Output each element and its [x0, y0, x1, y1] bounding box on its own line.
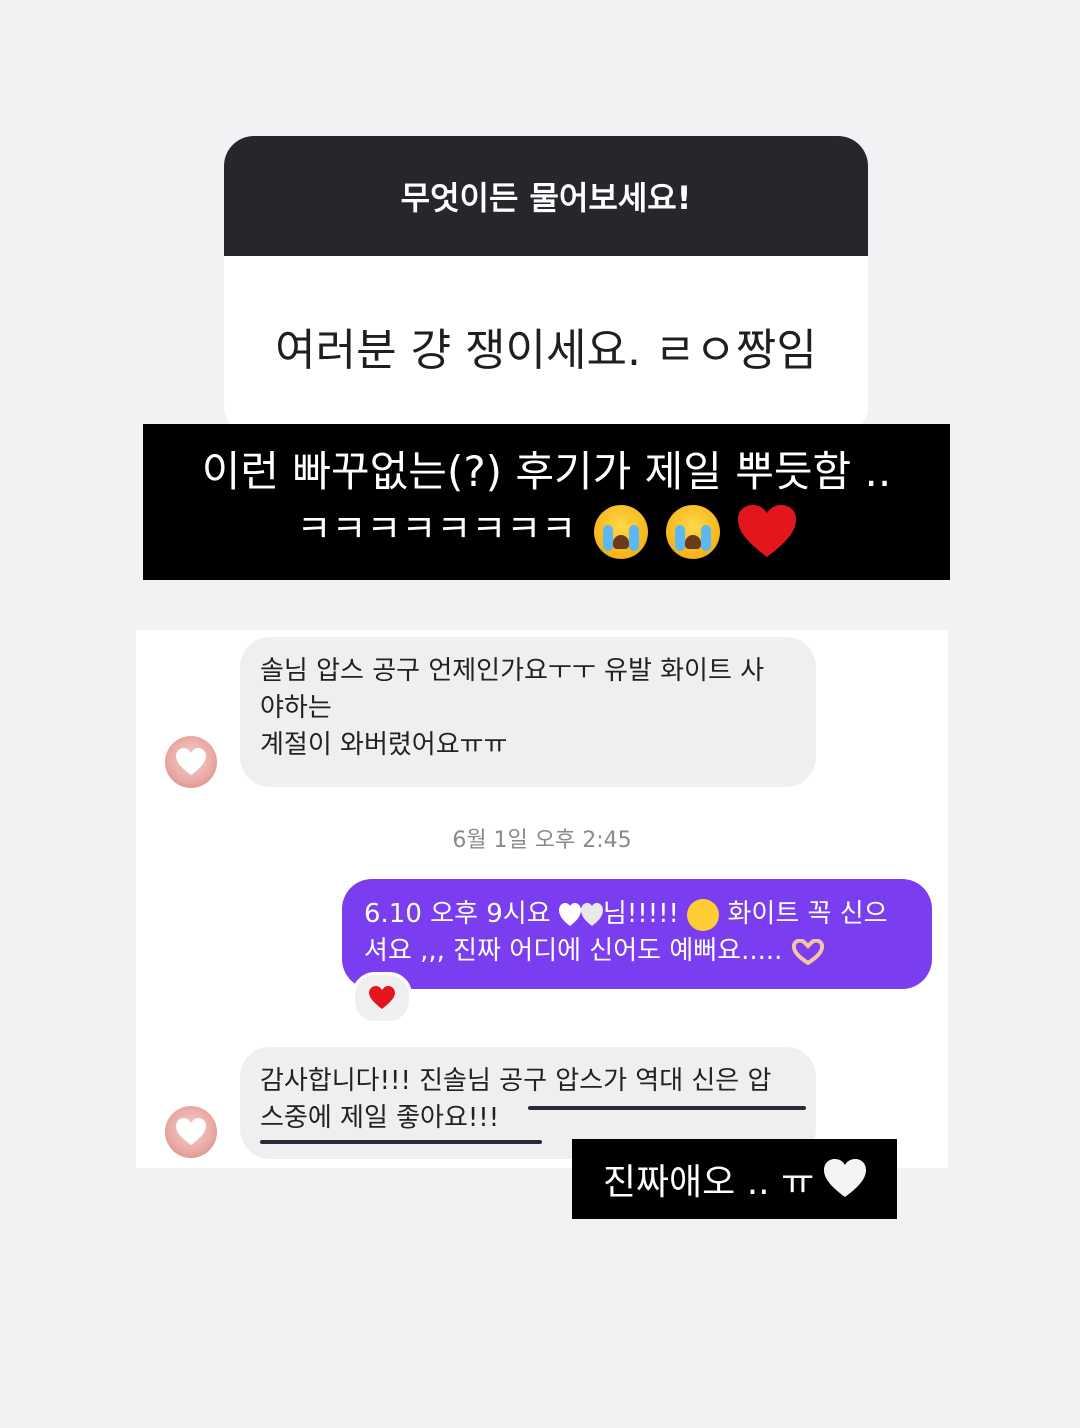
heart-hands-icon: [791, 938, 824, 965]
highlight-underline: [528, 1106, 806, 1110]
caption-small-text: 진짜애오 .. ㅠ: [602, 1162, 815, 1203]
message-reaction[interactable]: [352, 972, 412, 1024]
question-sticker-answer: 여러분 걍 쟁이세요. ㄹㅇ짱임: [275, 325, 817, 376]
message-line: 계절이 와버렸어요ㅠㅠ: [260, 730, 508, 760]
caption-small: 진짜애오 .. ㅠ: [572, 1139, 897, 1219]
message-line: 솔님 압스 공구 언제인가요ㅜㅜ 유발 화이트 사: [260, 656, 765, 686]
red-heart-icon: [738, 504, 797, 557]
dm-chat-screenshot: 솔님 압스 공구 언제인가요ㅜㅜ 유발 화이트 사 야하는 계절이 와버렸어요ㅠ…: [136, 630, 948, 1168]
white-heart-icon: [176, 748, 206, 775]
smiling-face-icon: [687, 898, 720, 931]
white-heart-icon: [824, 1159, 867, 1197]
red-heart-icon: [369, 986, 395, 1009]
message-bubble-incoming[interactable]: 솔님 압스 공구 언제인가요ㅜㅜ 유발 화이트 사 야하는 계절이 와버렸어요ㅠ…: [240, 637, 816, 787]
avatar[interactable]: [165, 736, 217, 788]
message-line: 셔요 ,,, 진짜 어디에 신어도 예뻐요.....: [364, 933, 910, 970]
white-heart-icon: [558, 902, 603, 926]
highlight-underline: [260, 1140, 542, 1144]
crying-face-icon: [594, 504, 649, 559]
white-heart-icon: [176, 1118, 206, 1145]
message-line: 야하는: [260, 693, 332, 723]
question-sticker-prompt: 무엇이든 물어보세요!: [224, 136, 868, 256]
message-bubble-outgoing[interactable]: 6.10 오후 9시요 님!!!!! 화이트 꼭 신으 셔요 ,,, 진짜 어디…: [342, 879, 932, 989]
chat-timestamp: 6월 1일 오후 2:45: [452, 828, 632, 853]
message-line: 6.10 오후 9시요 님!!!!! 화이트 꼭 신으: [364, 898, 888, 931]
avatar[interactable]: [165, 1106, 217, 1158]
caption-banner-line2: ㅋㅋㅋㅋㅋㅋㅋㅋ: [143, 500, 950, 559]
caption-banner-laugh-text: ㅋㅋㅋㅋㅋㅋㅋㅋ: [296, 507, 577, 551]
caption-banner-line1: 이런 빠꾸없는(?) 후기가 제일 뿌듯함 ..: [201, 447, 892, 496]
question-sticker: 무엇이든 물어보세요! 여러분 걍 쟁이세요. ㄹㅇ짱임: [224, 136, 868, 436]
caption-banner: 이런 빠꾸없는(?) 후기가 제일 뿌듯함 .. ㅋㅋㅋㅋㅋㅋㅋㅋ: [143, 424, 950, 580]
message-line: 감사합니다!!! 진솔님 공구 압스가 역대 신은 압: [260, 1066, 772, 1096]
crying-face-icon: [666, 504, 721, 559]
